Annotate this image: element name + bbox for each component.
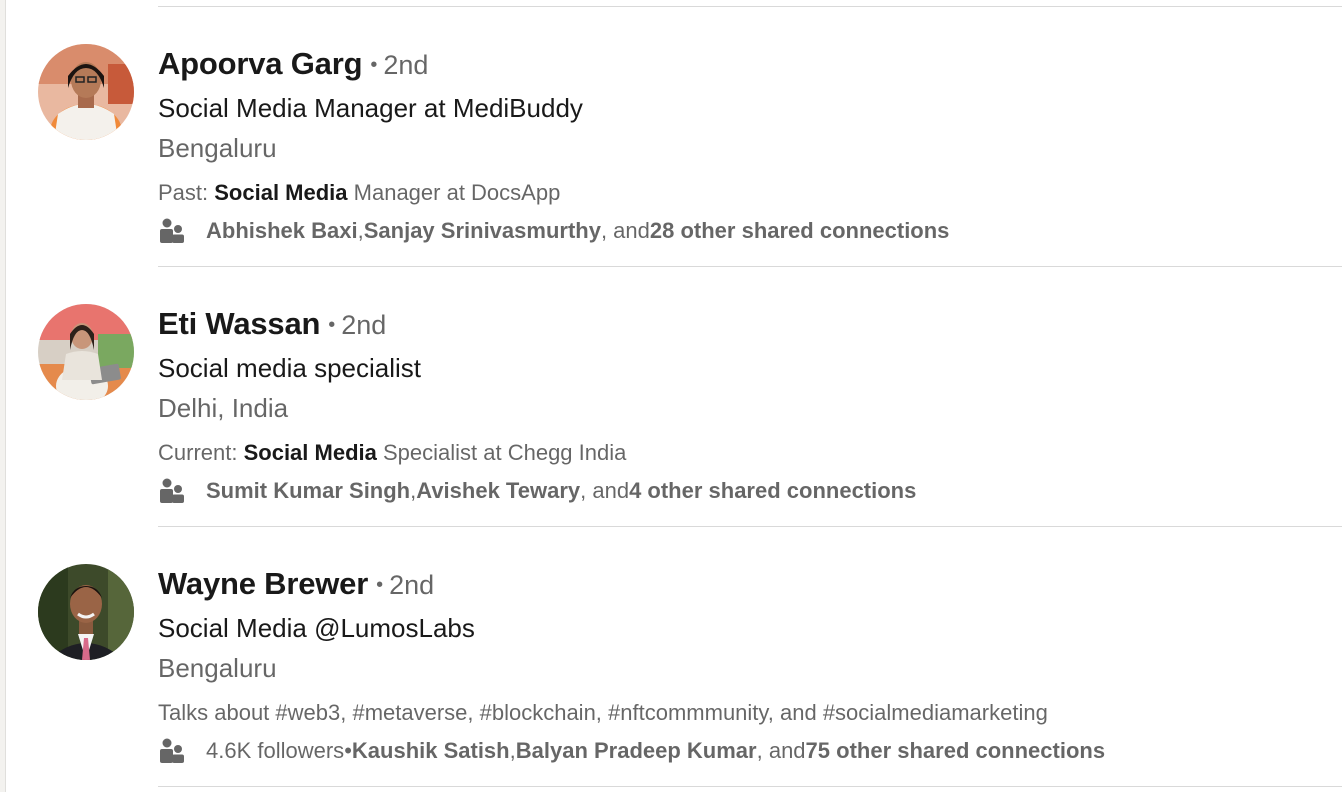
connection-degree: 2nd <box>383 50 429 80</box>
separator-dot: • <box>370 54 378 76</box>
divider <box>158 786 1342 787</box>
summary-prefix: Talks about #web3, #metaverse, #blockcha… <box>158 700 1048 725</box>
avatar-photo-icon <box>38 564 134 660</box>
summary-suffix: Specialist at Chegg India <box>376 440 627 465</box>
other-shared-connections-link[interactable]: 75 other shared connections <box>806 735 1106 767</box>
search-result-item: Eti Wassan • 2nd Social media specialist D… <box>0 266 1342 526</box>
separator-dot: • <box>328 314 336 336</box>
connection-degree: 2nd <box>389 570 435 600</box>
avatar[interactable] <box>38 44 134 140</box>
people-icon <box>160 738 184 763</box>
shared-connection-link[interactable]: Kaushik Satish <box>352 735 510 767</box>
people-icon <box>160 478 184 503</box>
profile-name-link[interactable]: Eti Wassan <box>158 306 320 341</box>
connection-degree: 2nd <box>341 310 387 340</box>
avatar[interactable] <box>38 304 134 400</box>
summary-highlight: Social Media <box>214 180 348 205</box>
profile-location: Bengaluru <box>158 133 277 163</box>
shared-connection-link[interactable]: Avishek Tewary <box>416 475 580 507</box>
profile-name-link[interactable]: Wayne Brewer <box>158 566 368 601</box>
profile-headline: Social media specialist <box>158 353 422 383</box>
search-result-item: Wayne Brewer • 2nd Social Media @LumosLabs… <box>0 526 1342 786</box>
profile-location: Delhi, India <box>158 393 289 423</box>
avatar-photo-icon <box>38 44 134 140</box>
other-shared-connections-link[interactable]: 4 other shared connections <box>629 475 916 507</box>
followers-separator: • <box>344 738 352 763</box>
profile-summary: Talks about #web3, #metaverse, #blockcha… <box>158 697 1048 729</box>
profile-name-link[interactable]: Apoorva Garg <box>158 46 363 81</box>
avatar[interactable] <box>38 564 134 660</box>
profile-headline: Social Media @LumosLabs <box>158 613 475 643</box>
people-icon <box>160 218 184 243</box>
summary-highlight: Social Media <box>243 440 377 465</box>
shared-connection-link[interactable]: Abhishek Baxi <box>206 215 358 247</box>
connection-separator: , and <box>580 478 630 503</box>
followers-count: 4.6K followers <box>206 738 345 763</box>
other-shared-connections-link[interactable]: 28 other shared connections <box>650 215 950 247</box>
search-result-item: Apoorva Garg • 2nd Social Media Manager at… <box>0 6 1342 266</box>
separator-dot: • <box>376 574 384 596</box>
shared-connections[interactable]: Sumit Kumar Singh, Avishek Tewary, and 4… <box>158 475 916 507</box>
summary-prefix: Current: <box>158 440 244 465</box>
profile-headline: Social Media Manager at MediBuddy <box>158 93 583 123</box>
shared-connection-link[interactable]: Balyan Pradeep Kumar <box>516 735 757 767</box>
connection-separator: , and <box>756 738 806 763</box>
profile-location: Bengaluru <box>158 653 277 683</box>
shared-connection-link[interactable]: Sumit Kumar Singh <box>206 475 410 507</box>
profile-summary: Current: Social Media Specialist at Cheg… <box>158 437 626 469</box>
shared-connection-link[interactable]: Sanjay Srinivasmurthy <box>364 215 601 247</box>
shared-connections[interactable]: 4.6K followers • Kaushik Satish, Balyan … <box>158 735 1105 767</box>
shared-connections[interactable]: Abhishek Baxi, Sanjay Srinivasmurthy, an… <box>158 215 949 247</box>
profile-summary: Past: Social Media Manager at DocsApp <box>158 177 560 209</box>
connection-separator: , and <box>600 218 650 243</box>
summary-suffix: Manager at DocsApp <box>347 180 561 205</box>
summary-prefix: Past: <box>158 180 215 205</box>
avatar-photo-icon <box>38 304 134 400</box>
